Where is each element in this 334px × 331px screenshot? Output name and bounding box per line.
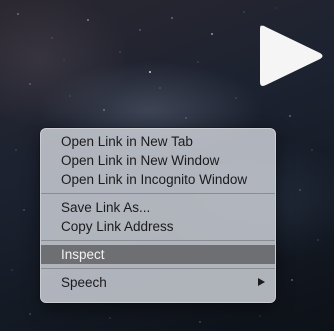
- chevron-right-icon: [258, 278, 265, 286]
- menu-separator: [41, 193, 275, 194]
- menu-separator: [41, 268, 275, 269]
- menu-item-copy-link-address[interactable]: Copy Link Address: [41, 217, 275, 236]
- menu-item-label: Copy Link Address: [61, 219, 174, 234]
- menu-item-speech[interactable]: Speech: [41, 273, 275, 292]
- menu-item-label: Save Link As...: [61, 200, 151, 215]
- menu-item-open-link-incognito[interactable]: Open Link in Incognito Window: [41, 170, 275, 189]
- menu-item-open-link-new-tab[interactable]: Open Link in New Tab: [41, 132, 275, 151]
- menu-item-label: Open Link in Incognito Window: [61, 172, 248, 187]
- menu-item-label: Inspect: [61, 247, 105, 262]
- desktop-background: Open Link in New Tab Open Link in New Wi…: [0, 0, 334, 331]
- play-icon[interactable]: [256, 22, 326, 90]
- menu-item-save-link-as[interactable]: Save Link As...: [41, 198, 275, 217]
- menu-item-open-link-new-window[interactable]: Open Link in New Window: [41, 151, 275, 170]
- menu-item-label: Open Link in New Window: [61, 153, 220, 168]
- menu-item-label: Speech: [61, 275, 107, 290]
- menu-item-inspect[interactable]: Inspect: [41, 245, 275, 264]
- menu-item-label: Open Link in New Tab: [61, 134, 193, 149]
- menu-separator: [41, 240, 275, 241]
- context-menu: Open Link in New Tab Open Link in New Wi…: [40, 128, 276, 303]
